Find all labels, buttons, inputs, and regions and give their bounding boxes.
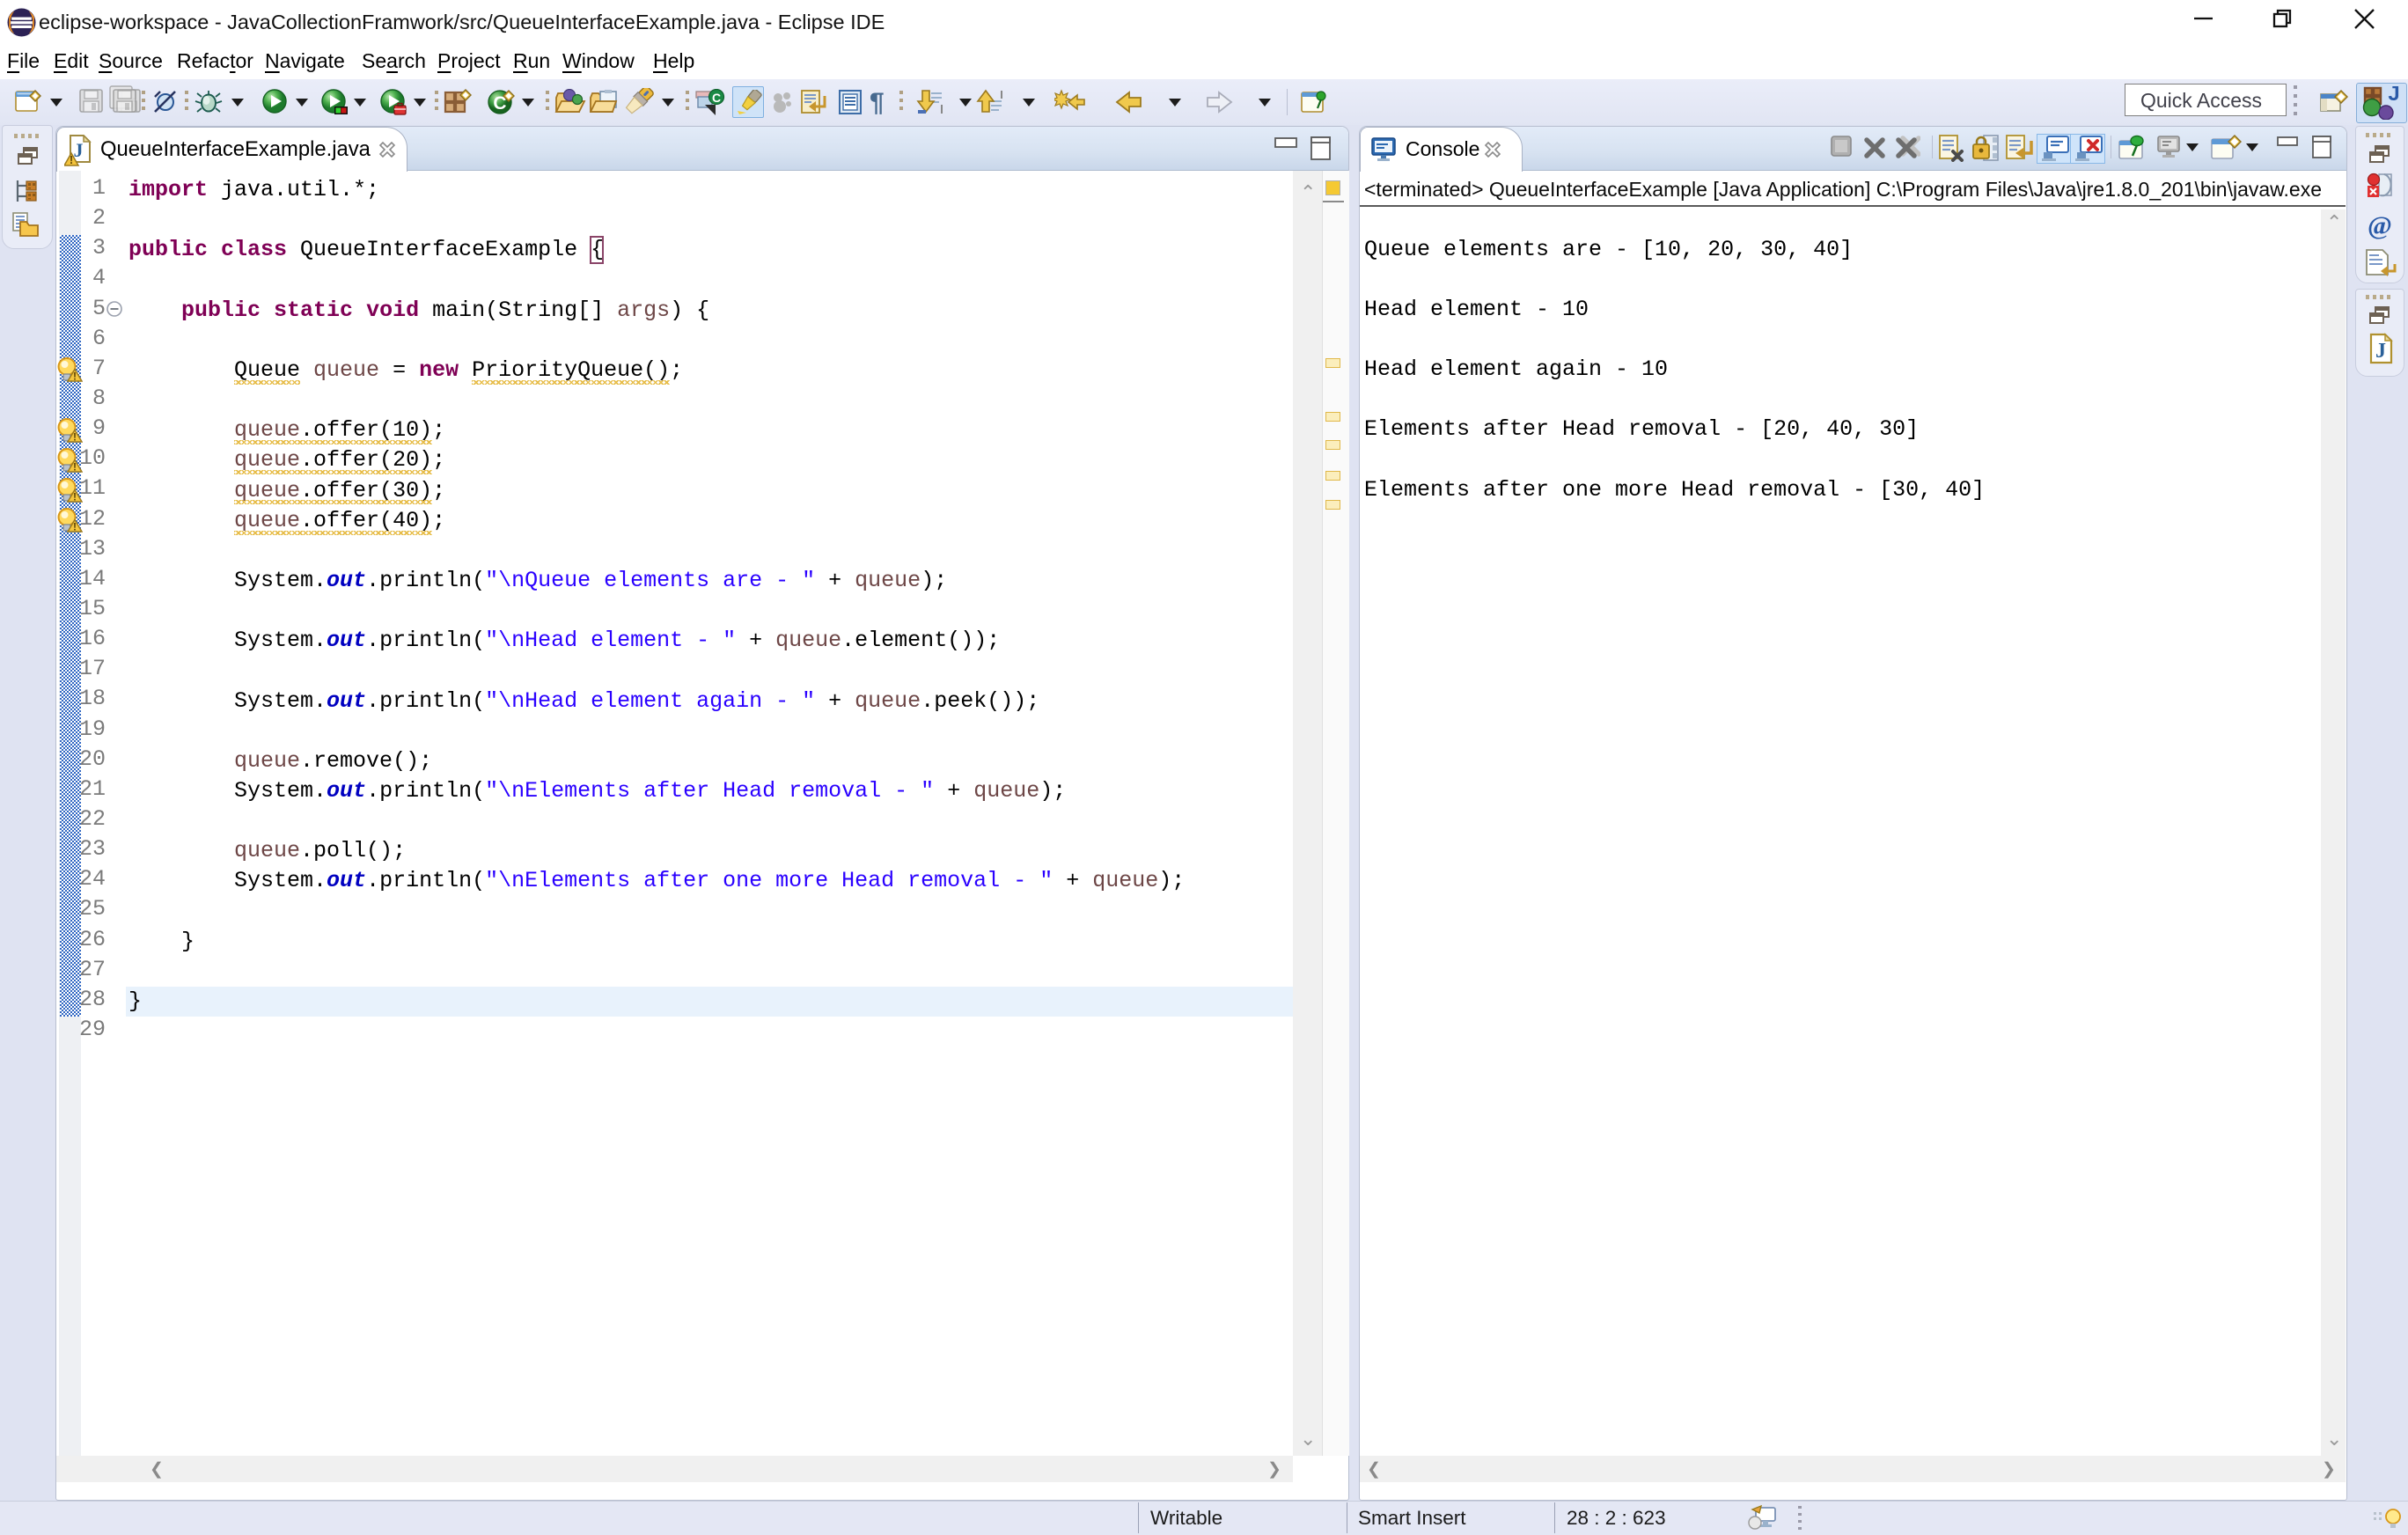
svg-text:C: C [712, 91, 721, 105]
svg-text:!: ! [73, 521, 77, 533]
svg-text:!: ! [73, 431, 77, 444]
svg-text:J: J [2375, 340, 2386, 363]
svg-text:!: ! [73, 461, 77, 474]
svg-text:J: J [74, 139, 84, 161]
svg-text:!: ! [73, 371, 77, 383]
svg-text:!: ! [70, 153, 73, 166]
svg-text:J: J [2388, 86, 2399, 106]
svg-text:!: ! [73, 491, 77, 503]
